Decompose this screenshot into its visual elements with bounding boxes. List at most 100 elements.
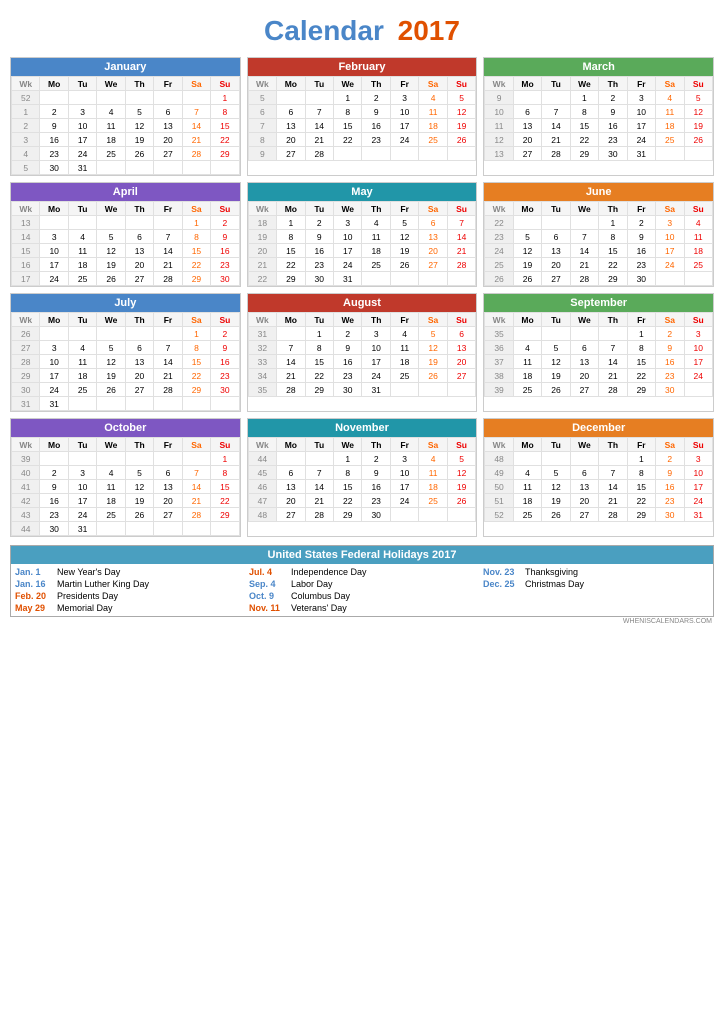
day-cell: 28	[154, 272, 182, 286]
day-cell	[68, 397, 96, 411]
day-cell: 18	[362, 244, 390, 258]
day-cell: 14	[599, 480, 627, 494]
day-cell	[419, 508, 447, 522]
day-cell: 18	[390, 355, 418, 369]
col-header-wk: Wk	[248, 77, 276, 91]
day-cell: 30	[305, 272, 333, 286]
day-cell: 30	[40, 522, 68, 536]
day-cell: 24	[362, 369, 390, 383]
col-header-sa: Sa	[656, 438, 684, 452]
day-cell: 9	[334, 341, 362, 355]
holidays-grid: Jan. 1New Year's DayJan. 16Martin Luther…	[11, 564, 713, 616]
day-cell: 12	[419, 341, 447, 355]
week-row: 391	[12, 452, 240, 466]
day-cell: 26	[97, 383, 125, 397]
month-august: AugustWkMoTuWeThFrSaSu311234563278910111…	[247, 293, 478, 412]
day-cell: 11	[362, 230, 390, 244]
day-cell: 4	[97, 466, 125, 480]
day-cell: 6	[570, 341, 598, 355]
day-cell: 20	[513, 133, 541, 147]
day-cell	[182, 522, 210, 536]
week-number: 18	[248, 216, 276, 230]
col-header-fr: Fr	[627, 202, 655, 216]
day-cell: 11	[513, 480, 541, 494]
col-header-sa: Sa	[656, 77, 684, 91]
holiday-name: Columbus Day	[291, 591, 350, 601]
day-cell	[390, 147, 418, 161]
day-cell: 8	[627, 466, 655, 480]
col-header-th: Th	[362, 77, 390, 91]
day-cell: 20	[125, 258, 153, 272]
week-row: 3314151617181920	[248, 355, 476, 369]
col-header-su: Su	[211, 77, 239, 91]
month-october: OctoberWkMoTuWeThFrSaSu39140234567841910…	[10, 418, 241, 537]
day-cell: 28	[182, 508, 210, 522]
day-cell	[513, 91, 541, 105]
col-header-sa: Sa	[182, 438, 210, 452]
week-row: 1220212223242526	[485, 133, 713, 147]
day-cell	[154, 397, 182, 411]
week-number: 26	[12, 327, 40, 341]
day-cell: 23	[599, 133, 627, 147]
col-header-th: Th	[599, 438, 627, 452]
day-cell: 11	[513, 355, 541, 369]
day-cell: 24	[68, 147, 96, 161]
holiday-row: Jul. 4Independence Day	[249, 566, 475, 578]
day-cell: 23	[305, 258, 333, 272]
col-header-th: Th	[125, 202, 153, 216]
holiday-column-1: Jan. 1New Year's DayJan. 16Martin Luther…	[11, 564, 245, 616]
day-cell: 19	[419, 355, 447, 369]
day-cell: 30	[627, 272, 655, 286]
week-row: 3645678910	[485, 341, 713, 355]
day-cell: 25	[513, 383, 541, 397]
week-row: 2810111213141516	[12, 355, 240, 369]
day-cell: 14	[570, 244, 598, 258]
day-cell: 13	[570, 480, 598, 494]
col-header-sa: Sa	[419, 202, 447, 216]
day-cell: 19	[97, 258, 125, 272]
day-cell	[211, 397, 239, 411]
month-table: WkMoTuWeThFrSaSu512345667891011127131415…	[248, 76, 477, 161]
holiday-column-3: Nov. 23ThanksgivingDec. 25Christmas Day	[479, 564, 713, 616]
week-row: 5118192021222324	[485, 494, 713, 508]
day-cell	[97, 522, 125, 536]
col-header-mo: Mo	[40, 313, 68, 327]
day-cell: 21	[154, 369, 182, 383]
day-cell: 18	[97, 494, 125, 508]
day-cell	[182, 161, 210, 175]
day-cell: 17	[656, 244, 684, 258]
day-cell: 1	[305, 327, 333, 341]
week-row: 221234	[485, 216, 713, 230]
week-number: 9	[485, 91, 513, 105]
day-cell: 26	[447, 494, 476, 508]
week-row: 39252627282930	[485, 383, 713, 397]
day-cell: 31	[68, 161, 96, 175]
day-cell: 2	[362, 452, 390, 466]
day-cell: 12	[684, 105, 713, 119]
week-number: 52	[12, 91, 40, 105]
day-cell: 9	[362, 466, 390, 480]
week-number: 24	[485, 244, 513, 258]
day-cell: 26	[447, 133, 476, 147]
month-table: WkMoTuWeThFrSaSu391402345678419101112131…	[11, 437, 240, 536]
holiday-row: Sep. 4Labor Day	[249, 578, 475, 590]
week-number: 27	[12, 341, 40, 355]
day-cell: 24	[390, 494, 418, 508]
day-cell: 8	[277, 230, 305, 244]
week-number: 39	[485, 383, 513, 397]
day-cell	[570, 452, 598, 466]
week-number: 16	[12, 258, 40, 272]
col-header-wk: Wk	[12, 77, 40, 91]
day-cell	[447, 383, 476, 397]
day-cell: 9	[627, 230, 655, 244]
week-number: 32	[248, 341, 276, 355]
day-cell: 20	[419, 244, 447, 258]
day-cell: 7	[599, 466, 627, 480]
day-cell: 9	[362, 105, 390, 119]
week-number: 40	[12, 466, 40, 480]
day-cell: 14	[182, 480, 210, 494]
col-header-we: We	[334, 313, 362, 327]
day-cell: 18	[97, 133, 125, 147]
week-number: 22	[248, 272, 276, 286]
day-cell	[277, 452, 305, 466]
